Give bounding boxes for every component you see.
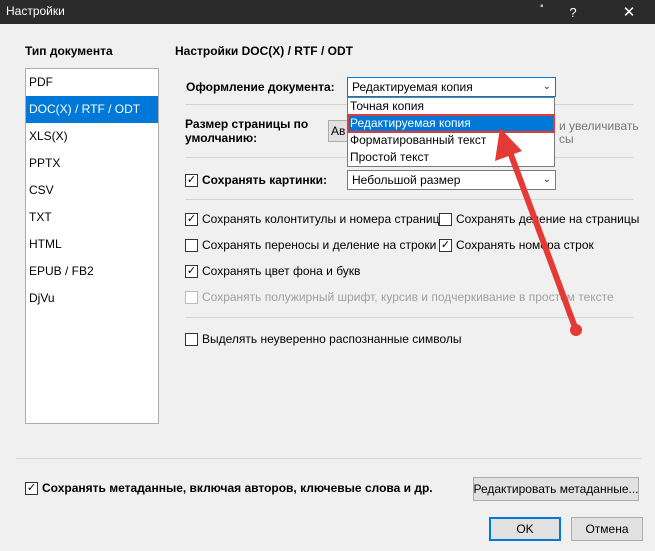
check-icon: ✓	[25, 481, 38, 495]
ok-button[interactable]: OK	[489, 517, 561, 541]
doc-type-pdf[interactable]: PDF	[26, 69, 158, 96]
doc-type-djvu[interactable]: DjVu	[26, 285, 158, 312]
save-hyphenation-checkbox[interactable]: Сохранять переносы и деление на строки	[185, 238, 436, 252]
window-title: Настройки	[6, 4, 65, 18]
save-colors-checkbox[interactable]: ✓ Сохранять цвет фона и букв	[185, 264, 360, 278]
picture-size-select[interactable]: Небольшой размер ⌄	[347, 170, 556, 190]
divider	[16, 458, 641, 459]
check-icon: ✓	[185, 264, 198, 278]
doc-type-csv[interactable]: CSV	[26, 177, 158, 204]
layout-option-formatted[interactable]: Форматированный текст	[348, 132, 554, 149]
save-metadata-checkbox[interactable]: ✓ Сохранять метаданные, включая авторов,…	[25, 481, 433, 495]
divider	[185, 199, 633, 200]
doc-type-txt[interactable]: TXT	[26, 204, 158, 231]
save-page-breaks-label: Сохранять деление на страницы	[456, 212, 640, 226]
page-size-hint-2: сы	[559, 132, 574, 146]
close-button[interactable]: ✕	[606, 0, 652, 24]
save-page-breaks-checkbox[interactable]: Сохранять деление на страницы	[439, 212, 639, 226]
layout-label: Оформление документа:	[186, 80, 335, 94]
checkbox-empty-icon	[185, 238, 198, 252]
help-button[interactable]: ?	[550, 0, 596, 24]
save-pictures-checkbox[interactable]: ✓ Сохранять картинки:	[185, 173, 327, 187]
cancel-button[interactable]: Отмена	[571, 517, 643, 541]
page-size-button[interactable]: Ав	[328, 120, 348, 142]
save-metadata-label: Сохранять метаданные, включая авторов, к…	[42, 481, 433, 495]
chevron-down-icon: ⌄	[542, 174, 551, 185]
layout-option-exact[interactable]: Точная копия	[348, 98, 554, 115]
save-headers-checkbox[interactable]: ✓ Сохранять колонтитулы и номера страниц	[185, 212, 440, 226]
checkbox-empty-icon	[185, 290, 198, 304]
drag-handle-icon: ▪	[540, 1, 544, 12]
save-bold-italic-checkbox: Сохранять полужирный шрифт, курсив и под…	[185, 290, 614, 304]
save-bold-italic-label: Сохранять полужирный шрифт, курсив и под…	[202, 290, 614, 304]
highlight-uncertain-checkbox[interactable]: Выделять неуверенно распознанные символы	[185, 332, 461, 346]
page-size-label: Размер страницы по умолчанию:	[185, 117, 309, 145]
settings-header: Настройки DOC(X) / RTF / ODT	[175, 44, 353, 58]
document-type-header: Тип документа	[25, 44, 113, 58]
layout-select-value: Редактируемая копия	[352, 80, 473, 94]
doc-type-docx[interactable]: DOC(X) / RTF / ODT	[26, 96, 158, 123]
chevron-down-icon: ⌄	[542, 81, 551, 92]
doc-type-pptx[interactable]: PPTX	[26, 150, 158, 177]
divider	[185, 317, 633, 318]
doc-type-epub[interactable]: EPUB / FB2	[26, 258, 158, 285]
checkbox-empty-icon	[185, 332, 198, 346]
save-pictures-label: Сохранять картинки:	[202, 173, 327, 187]
checkbox-empty-icon	[439, 212, 452, 226]
save-colors-label: Сохранять цвет фона и букв	[202, 264, 361, 278]
save-line-numbers-label: Сохранять номера строк	[456, 238, 594, 252]
document-type-list: PDF DOC(X) / RTF / ODT XLS(X) PPTX CSV T…	[25, 68, 159, 424]
layout-dropdown-list: Точная копия Редактируемая копия Формати…	[347, 97, 555, 167]
save-hyphenation-label: Сохранять переносы и деление на строки	[202, 238, 437, 252]
layout-option-editable[interactable]: Редактируемая копия	[347, 114, 555, 133]
highlight-uncertain-label: Выделять неуверенно распознанные символы	[202, 332, 462, 346]
picture-size-value: Небольшой размер	[352, 173, 461, 187]
save-line-numbers-checkbox[interactable]: ✓ Сохранять номера строк	[439, 238, 594, 252]
layout-select[interactable]: Редактируемая копия ⌄	[347, 77, 556, 97]
save-headers-label: Сохранять колонтитулы и номера страниц	[202, 212, 440, 226]
check-icon: ✓	[439, 238, 452, 252]
title-bar: Настройки ▪ ? ✕	[0, 0, 655, 24]
doc-type-html[interactable]: HTML	[26, 231, 158, 258]
layout-option-plain[interactable]: Простой текст	[348, 149, 554, 166]
check-icon: ✓	[185, 173, 198, 187]
doc-type-xlsx[interactable]: XLS(X)	[26, 123, 158, 150]
edit-metadata-button[interactable]: Редактировать метаданные...	[473, 477, 639, 501]
check-icon: ✓	[185, 212, 198, 226]
page-size-hint-1: и увеличивать	[559, 119, 639, 133]
